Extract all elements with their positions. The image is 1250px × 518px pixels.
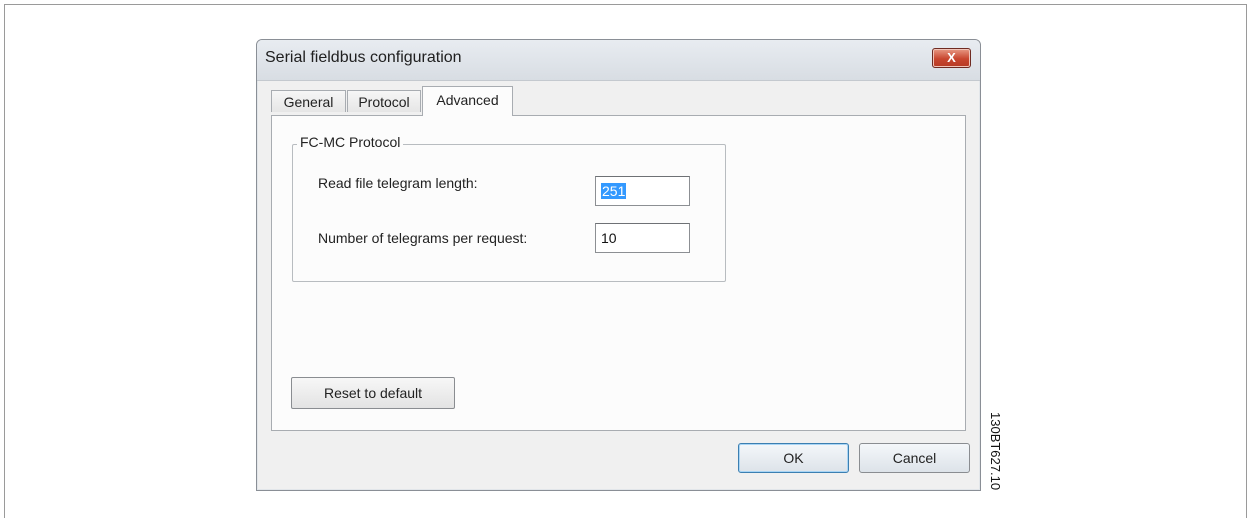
telegrams-per-request-input[interactable]: 10 (595, 223, 690, 253)
advanced-tab-panel: FC-MC Protocol Read file telegram length… (271, 115, 966, 431)
serial-fieldbus-dialog: Serial fieldbus configuration X General … (256, 39, 981, 491)
reset-to-default-button[interactable]: Reset to default (291, 377, 455, 409)
ok-button[interactable]: OK (738, 443, 849, 473)
close-icon: X (947, 50, 956, 65)
cancel-button[interactable]: Cancel (859, 443, 970, 473)
tab-advanced[interactable]: Advanced (422, 86, 513, 116)
fc-mc-protocol-group: FC-MC Protocol Read file telegram length… (292, 134, 726, 282)
group-title: FC-MC Protocol (297, 134, 404, 150)
dialog-title: Serial fieldbus configuration (265, 49, 462, 66)
tab-protocol[interactable]: Protocol (347, 90, 421, 112)
selected-value: 251 (601, 183, 627, 199)
close-button[interactable]: X (932, 48, 971, 68)
title-bar: Serial fieldbus configuration X (257, 40, 980, 81)
telegrams-per-request-label: Number of telegrams per request: (318, 230, 528, 246)
tab-general[interactable]: General (271, 90, 346, 112)
read-file-telegram-length-label: Read file telegram length: (318, 175, 478, 191)
document-code-label: 130BT627.10 (988, 412, 1003, 491)
read-file-telegram-length-input[interactable]: 251 (595, 176, 690, 206)
